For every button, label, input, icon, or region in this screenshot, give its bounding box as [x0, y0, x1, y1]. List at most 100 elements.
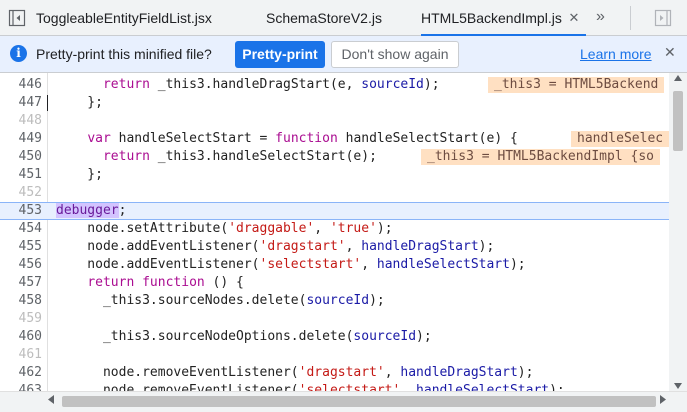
line-number[interactable]: 459 [0, 310, 42, 328]
inline-variable-value[interactable]: handleSelec [571, 131, 670, 147]
code-line[interactable]: 463 node.removeEventListener('selectstar… [0, 382, 669, 391]
scroll-right-icon[interactable] [660, 395, 666, 404]
code-line[interactable]: 450 return _this3.handleSelectStart(e); _… [0, 148, 669, 166]
code-token: _this3.handleDragStart(e, [149, 77, 362, 92]
line-number[interactable]: 449 [0, 130, 42, 148]
code-token: }; [56, 167, 103, 182]
code-line[interactable]: 448 [0, 112, 669, 130]
scroll-left-icon[interactable] [48, 395, 54, 404]
toggle-debugger-panel-icon[interactable] [654, 9, 672, 27]
line-number[interactable]: 454 [0, 220, 42, 238]
code-token: ); [416, 329, 432, 344]
tab-toggleable-entity-field-list[interactable]: ToggleableEntityFieldList.jsx [36, 0, 246, 36]
pretty-print-button[interactable]: Pretty-print [235, 41, 325, 68]
code-token: node.removeEventListener( [56, 383, 299, 391]
code-line[interactable]: 447 }; [0, 94, 669, 112]
vertical-scrollbar[interactable] [669, 73, 687, 391]
tab-schema-store-v2[interactable]: SchemaStoreV2.js [266, 0, 406, 36]
code-token: sourceId [353, 329, 417, 344]
code-line-paused[interactable]: 453 debugger; [0, 202, 669, 220]
code-text: node.addEventListener('selectstart', han… [56, 256, 525, 274]
code-token: , [361, 257, 377, 272]
tab-label: SchemaStoreV2.js [266, 10, 382, 26]
code-text: _this3.sourceNodes.delete(sourceId); [56, 292, 385, 310]
line-number[interactable]: 453 [0, 203, 42, 219]
code-text: var handleSelectStart = function handleS… [56, 130, 518, 148]
line-number[interactable]: 462 [0, 364, 42, 382]
code-token: return [102, 77, 150, 92]
scroll-up-icon[interactable] [674, 75, 682, 81]
close-icon[interactable]: ✕ [664, 44, 676, 61]
line-number[interactable]: 455 [0, 238, 42, 256]
code-token: 'selectstart' [259, 257, 362, 272]
inline-variable-value[interactable]: _this3 = HTML5Backend [488, 77, 665, 93]
code-token: function [275, 131, 338, 146]
code-line[interactable]: 446 return _this3.handleDragStart(e, sou… [0, 76, 669, 94]
line-number[interactable]: 461 [0, 346, 42, 364]
divider [630, 6, 631, 30]
code-token: sourceId [306, 293, 370, 308]
code-line[interactable]: 451 }; [0, 166, 669, 184]
code-line[interactable]: 458 _this3.sourceNodes.delete(sourceId); [0, 292, 669, 310]
code-token: ); [376, 221, 393, 236]
inline-variable-value[interactable]: _this3 = HTML5BackendImpl {so [421, 149, 660, 165]
learn-more-link[interactable]: Learn more [580, 46, 652, 62]
line-number[interactable]: 447 [0, 94, 42, 112]
code-line[interactable]: 456 node.addEventListener('selectstart',… [0, 256, 669, 274]
line-number[interactable]: 460 [0, 328, 42, 346]
code-token: ); [517, 365, 534, 380]
code-token: node.removeEventListener( [56, 365, 299, 380]
line-number[interactable]: 451 [0, 166, 42, 184]
horizontal-scrollbar[interactable] [0, 391, 687, 412]
infobar-message: Pretty-print this minified file? [36, 46, 212, 62]
chevron-double-right-icon[interactable]: » [596, 0, 605, 36]
line-number[interactable]: 446 [0, 76, 42, 94]
code-editor[interactable]: 446 return _this3.handleDragStart(e, sou… [0, 73, 687, 391]
line-number[interactable]: 457 [0, 274, 42, 292]
code-token: handleDragStart [361, 239, 479, 254]
scroll-down-icon[interactable] [674, 383, 682, 389]
editor-tab-bar: ToggleableEntityFieldList.jsx SchemaStor… [0, 0, 687, 36]
code-token: _this3.handleSelectStart(e); [149, 149, 377, 164]
line-number[interactable]: 448 [0, 112, 42, 130]
dont-show-again-button[interactable]: Don't show again [331, 41, 459, 68]
code-text: return function () { [56, 274, 244, 292]
line-number[interactable]: 458 [0, 292, 42, 310]
code-line[interactable]: 459 [0, 310, 669, 328]
code-line[interactable]: 455 node.addEventListener('dragstart', h… [0, 238, 669, 256]
code-line[interactable]: 457 return function () { [0, 274, 669, 292]
code-token: 'dragstart' [259, 239, 346, 254]
line-number[interactable]: 452 [0, 184, 42, 202]
code-token: () { [204, 275, 244, 290]
code-text: node.removeEventListener('selectstart', … [56, 382, 565, 391]
code-token: handleSelectStart [416, 383, 550, 391]
code-token: ); [549, 383, 565, 391]
line-number[interactable]: 450 [0, 148, 42, 166]
line-number[interactable]: 463 [0, 382, 42, 391]
code-line[interactable]: 454 node.setAttribute('draggable', 'true… [0, 220, 669, 238]
code-token: , [400, 383, 417, 391]
code-line[interactable]: 460 _this3.sourceNodeOptions.delete(sour… [0, 328, 669, 346]
code-line[interactable]: 449 var handleSelectStart = function han… [0, 130, 670, 148]
line-number[interactable]: 456 [0, 256, 42, 274]
debugger-statement: debugger [56, 203, 119, 218]
code-token: handleSelectStart(e) { [337, 131, 518, 146]
code-token: 'dragstart' [298, 365, 385, 380]
text-cursor [47, 95, 48, 111]
scrollbar-thumb[interactable] [673, 91, 683, 151]
close-icon[interactable]: ✕ [567, 0, 581, 36]
tab-html5-backend-impl[interactable]: HTML5BackendImpl.js ✕ [421, 0, 586, 36]
code-line[interactable]: 461 [0, 346, 669, 364]
scrollbar-thumb[interactable] [62, 396, 656, 407]
code-token: 'selectstart' [298, 383, 401, 391]
code-text: debugger; [56, 203, 126, 219]
code-token: 'draggable' [228, 221, 315, 236]
code-line[interactable]: 452 [0, 184, 669, 202]
code-token: handleDragStart [400, 365, 518, 380]
code-token: node.addEventListener( [56, 257, 260, 272]
code-line[interactable]: 462 node.removeEventListener('dragstart'… [0, 364, 669, 382]
code-token: var [87, 131, 111, 146]
toggle-navigator-icon[interactable] [8, 9, 26, 27]
code-token: function [142, 275, 205, 290]
